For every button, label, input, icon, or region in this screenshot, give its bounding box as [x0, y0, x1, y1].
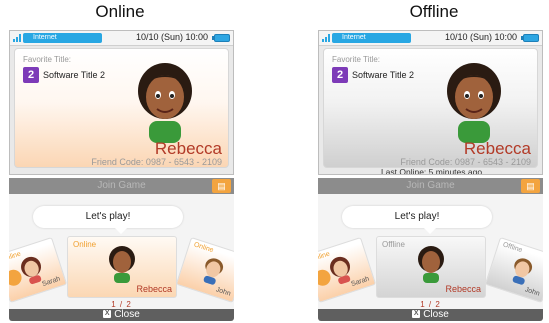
- top-screen: Internet 10/10 (Sun) 10:00 Favorite Titl…: [318, 30, 543, 175]
- favorite-title-name: Software Title 2: [43, 70, 106, 80]
- mii-avatar: [203, 258, 224, 285]
- status-bar: Internet 10/10 (Sun) 10:00: [319, 31, 542, 46]
- heading-offline: Offline: [409, 2, 459, 21]
- friend-status: Online: [73, 240, 97, 249]
- mii-avatar: [447, 63, 501, 143]
- date-time: 10/10 (Sun) 10:00: [135, 32, 208, 42]
- friend-card-john[interactable]: Online John: [175, 236, 234, 304]
- owner-name: Rebecca: [154, 139, 222, 158]
- close-label: Close: [423, 309, 449, 320]
- friend-code: Friend Code: 0987 - 6543 - 2109: [91, 157, 222, 167]
- mii-avatar: [138, 63, 192, 143]
- panel-online: Internet 10/10 (Sun) 10:00 Favorite Titl…: [9, 30, 234, 321]
- battery-icon: [212, 34, 230, 42]
- top-screen: Internet 10/10 (Sun) 10:00 Favorite Titl…: [9, 30, 234, 175]
- status-bar: Internet 10/10 (Sun) 10:00: [10, 31, 233, 46]
- signal-icon: [13, 34, 21, 42]
- friend-name: John: [523, 286, 541, 298]
- close-label: Close: [114, 309, 140, 320]
- message-bubble: Let's play!: [342, 206, 492, 234]
- favorite-title-name: Software Title 2: [352, 70, 415, 80]
- bottom-screen: Join Game ▤ Let's play! Online Sarah Onl…: [9, 178, 234, 321]
- friend-name: John: [214, 286, 232, 298]
- mii-avatar: [418, 246, 444, 283]
- battery-icon: [521, 34, 539, 42]
- signal-icon: [322, 34, 330, 42]
- close-button[interactable]: X Close: [9, 309, 234, 321]
- menu-icon[interactable]: ▤: [212, 179, 231, 193]
- friend-name: Rebecca: [136, 284, 172, 294]
- friend-card-sarah[interactable]: Online Sarah: [9, 236, 68, 304]
- mii-avatar: [512, 258, 533, 285]
- favorite-title-label: Favorite Title:: [332, 55, 381, 64]
- profile-card: Favorite Title: 2 Software Title 2 Rebec…: [323, 48, 538, 168]
- profile-card: Favorite Title: 2 Software Title 2 Rebec…: [14, 48, 229, 168]
- friend-status: Offline: [382, 240, 405, 249]
- join-game-button[interactable]: Join Game: [9, 178, 234, 194]
- close-button[interactable]: X Close: [318, 309, 543, 321]
- x-button-icon: X: [103, 310, 112, 319]
- internet-indicator: Internet: [23, 33, 102, 43]
- menu-icon[interactable]: ▤: [521, 179, 540, 193]
- friend-carousel[interactable]: Online Sarah Offline John Offline Rebecc…: [318, 236, 543, 304]
- panel-offline: Internet 10/10 (Sun) 10:00 Favorite Titl…: [318, 30, 543, 321]
- owner-name: Rebecca: [463, 139, 531, 158]
- page-indicator: 1 / 2: [420, 300, 441, 309]
- internet-indicator: Internet: [332, 33, 411, 43]
- friend-card-sarah[interactable]: Online Sarah: [318, 236, 377, 304]
- message-bubble: Let's play!: [33, 206, 183, 234]
- friend-card-john[interactable]: Offline John: [484, 236, 543, 304]
- favorite-title-label: Favorite Title:: [23, 55, 72, 64]
- friend-card-rebecca[interactable]: Online Rebecca: [67, 236, 177, 298]
- page-indicator: 1 / 2: [111, 300, 132, 309]
- date-time: 10/10 (Sun) 10:00: [444, 32, 517, 42]
- mii-avatar: [109, 246, 135, 283]
- friend-card-rebecca[interactable]: Offline Rebecca: [376, 236, 486, 298]
- heading-online: Online: [95, 2, 145, 21]
- last-online-status: Last Online: 5 minutes ago: [380, 167, 483, 175]
- friend-name: Rebecca: [445, 284, 481, 294]
- join-game-button[interactable]: Join Game: [318, 178, 543, 194]
- friend-status: Offline: [501, 241, 524, 255]
- x-button-icon: X: [412, 310, 421, 319]
- friend-status: Online: [192, 241, 215, 255]
- title-number-badge: 2: [332, 67, 348, 83]
- friend-carousel[interactable]: Online Sarah Online John Online Rebecca: [9, 236, 234, 304]
- title-number-badge: 2: [23, 67, 39, 83]
- bottom-screen: Join Game ▤ Let's play! Online Sarah Off…: [318, 178, 543, 321]
- friend-code: Friend Code: 0987 - 6543 - 2109: [400, 157, 531, 167]
